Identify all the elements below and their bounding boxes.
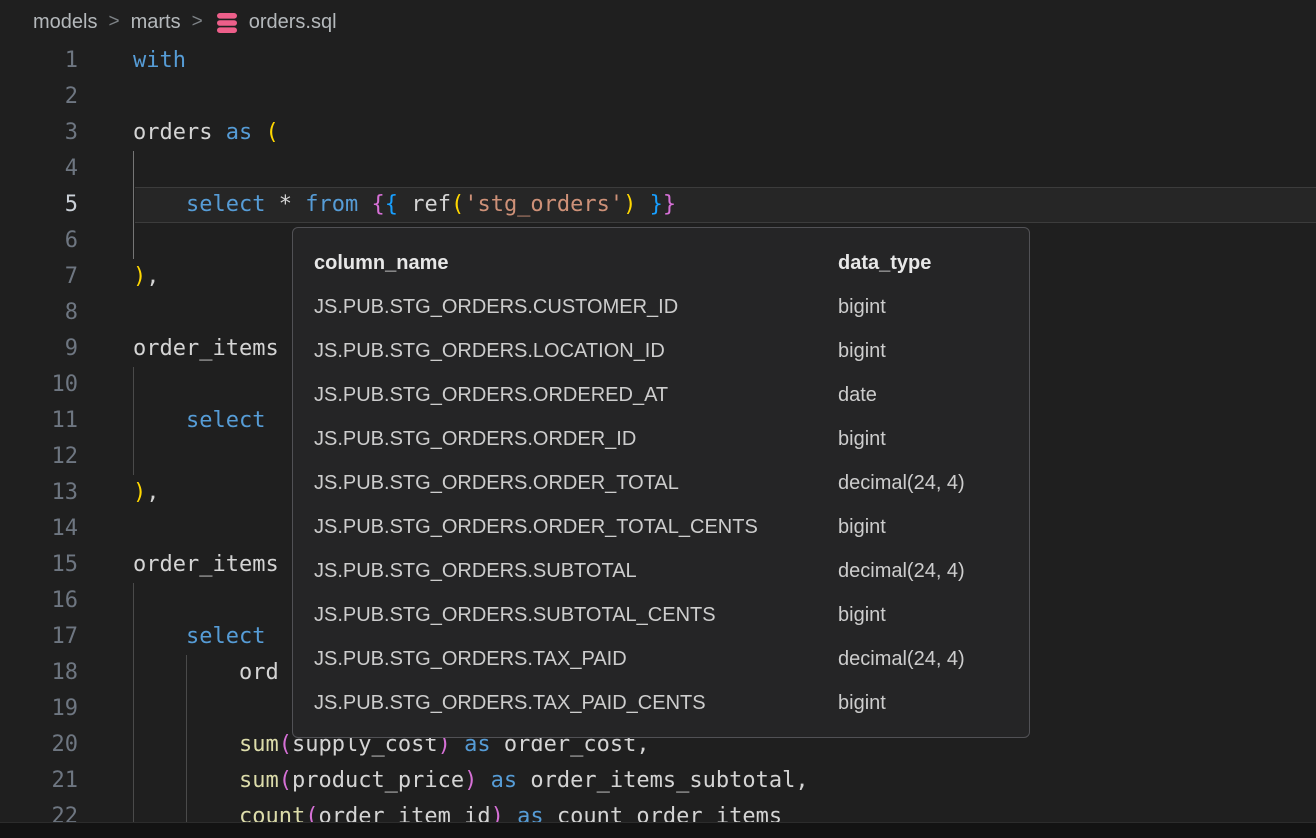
line-number: 4 — [0, 151, 78, 187]
indent-guide — [133, 367, 134, 403]
code-line[interactable]: 2 — [0, 79, 1316, 115]
data-type-cell: bigint — [838, 516, 1029, 539]
code-line[interactable]: 1 with — [0, 43, 1316, 79]
line-number: 15 — [0, 547, 78, 583]
data-type-cell: date — [838, 384, 1029, 407]
data-type-cell: bigint — [838, 428, 1029, 451]
code-line[interactable]: 4 — [0, 151, 1316, 187]
code-text: order_items — [133, 547, 279, 583]
column-info-row: JS.PUB.STG_ORDERS.LOCATION_IDbigint — [293, 329, 1029, 373]
line-number: 2 — [0, 79, 78, 115]
popup-rows: JS.PUB.STG_ORDERS.CUSTOMER_IDbigintJS.PU… — [293, 285, 1029, 725]
code-text: ord — [133, 655, 279, 691]
column-name-cell: JS.PUB.STG_ORDERS.ORDERED_AT — [293, 384, 838, 407]
line-number: 21 — [0, 763, 78, 799]
line-number: 7 — [0, 259, 78, 295]
line-number: 19 — [0, 691, 78, 727]
line-number: 20 — [0, 727, 78, 763]
data-type-cell: decimal(24, 4) — [838, 648, 1029, 671]
line-number: 8 — [0, 295, 78, 331]
column-name-cell: JS.PUB.STG_ORDERS.ORDER_TOTAL — [293, 472, 838, 495]
line-number: 3 — [0, 115, 78, 151]
data-type-cell: bigint — [838, 340, 1029, 363]
line-number: 11 — [0, 403, 78, 439]
column-name-cell: JS.PUB.STG_ORDERS.SUBTOTAL — [293, 560, 838, 583]
data-type-cell: bigint — [838, 296, 1029, 319]
data-type-header: data_type — [838, 252, 1029, 275]
indent-guide — [186, 691, 187, 727]
database-icon — [214, 11, 240, 35]
column-info-popup: column_name data_type JS.PUB.STG_ORDERS.… — [292, 227, 1030, 738]
code-text: ), — [133, 259, 160, 295]
indent-guide — [133, 151, 134, 187]
column-name-cell: JS.PUB.STG_ORDERS.CUSTOMER_ID — [293, 296, 838, 319]
editor-bottom-strip — [0, 822, 1316, 838]
column-info-row: JS.PUB.STG_ORDERS.TAX_PAID_CENTSbigint — [293, 681, 1029, 725]
indent-guide — [133, 583, 134, 619]
breadcrumb-item-file[interactable]: orders.sql — [249, 11, 337, 34]
chevron-right-icon: > — [108, 11, 119, 33]
data-type-cell: decimal(24, 4) — [838, 560, 1029, 583]
indent-guide — [133, 691, 134, 727]
line-number: 9 — [0, 331, 78, 367]
column-name-cell: JS.PUB.STG_ORDERS.ORDER_ID — [293, 428, 838, 451]
line-number: 5 — [0, 187, 78, 223]
code-text: with — [133, 43, 186, 79]
code-text: order_items — [133, 331, 279, 367]
line-number: 18 — [0, 655, 78, 691]
column-info-row: JS.PUB.STG_ORDERS.ORDER_IDbigint — [293, 417, 1029, 461]
column-name-cell: JS.PUB.STG_ORDERS.TAX_PAID_CENTS — [293, 692, 838, 715]
line-number: 10 — [0, 367, 78, 403]
indent-guide — [133, 439, 134, 475]
column-info-row: JS.PUB.STG_ORDERS.ORDERED_ATdate — [293, 373, 1029, 417]
line-number: 17 — [0, 619, 78, 655]
line-number: 12 — [0, 439, 78, 475]
column-name-header: column_name — [293, 252, 838, 275]
column-name-cell: JS.PUB.STG_ORDERS.LOCATION_ID — [293, 340, 838, 363]
column-name-cell: JS.PUB.STG_ORDERS.TAX_PAID — [293, 648, 838, 671]
column-name-cell: JS.PUB.STG_ORDERS.SUBTOTAL_CENTS — [293, 604, 838, 627]
column-info-row: JS.PUB.STG_ORDERS.ORDER_TOTALdecimal(24,… — [293, 461, 1029, 505]
code-text: orders as ( — [133, 115, 279, 151]
line-number: 6 — [0, 223, 78, 259]
code-line[interactable]: 21 sum(product_price) as order_items_sub… — [0, 763, 1316, 799]
column-info-row: JS.PUB.STG_ORDERS.ORDER_TOTAL_CENTSbigin… — [293, 505, 1029, 549]
breadcrumb: models > marts > orders.sql — [0, 0, 1316, 44]
column-info-row: JS.PUB.STG_ORDERS.SUBTOTAL_CENTSbigint — [293, 593, 1029, 637]
column-info-row: JS.PUB.STG_ORDERS.CUSTOMER_IDbigint — [293, 285, 1029, 329]
code-text: ), — [133, 475, 160, 511]
breadcrumb-item-models[interactable]: models — [33, 11, 97, 34]
data-type-cell: bigint — [838, 692, 1029, 715]
column-info-row: JS.PUB.STG_ORDERS.TAX_PAIDdecimal(24, 4) — [293, 637, 1029, 681]
data-type-cell: bigint — [838, 604, 1029, 627]
code-text: sum(product_price) as order_items_subtot… — [133, 763, 809, 799]
column-info-row: JS.PUB.STG_ORDERS.SUBTOTALdecimal(24, 4) — [293, 549, 1029, 593]
breadcrumb-item-marts[interactable]: marts — [131, 11, 181, 34]
line-number: 14 — [0, 511, 78, 547]
indent-guide — [133, 223, 134, 259]
data-type-cell: decimal(24, 4) — [838, 472, 1029, 495]
code-editor-window: models > marts > orders.sql 1 with 23 order… — [0, 0, 1316, 838]
code-text: select — [133, 619, 265, 655]
column-name-cell: JS.PUB.STG_ORDERS.ORDER_TOTAL_CENTS — [293, 516, 838, 539]
line-number: 1 — [0, 43, 78, 79]
line-number: 16 — [0, 583, 78, 619]
popup-header-row: column_name data_type — [293, 241, 1029, 285]
code-line[interactable]: 3 orders as ( — [0, 115, 1316, 151]
code-text: select — [133, 403, 265, 439]
chevron-right-icon: > — [192, 11, 203, 33]
line-number: 13 — [0, 475, 78, 511]
code-text: select * from {{ ref('stg_orders') }} — [133, 187, 676, 223]
code-line[interactable]: 5 select * from {{ ref('stg_orders') }} — [0, 187, 1316, 223]
